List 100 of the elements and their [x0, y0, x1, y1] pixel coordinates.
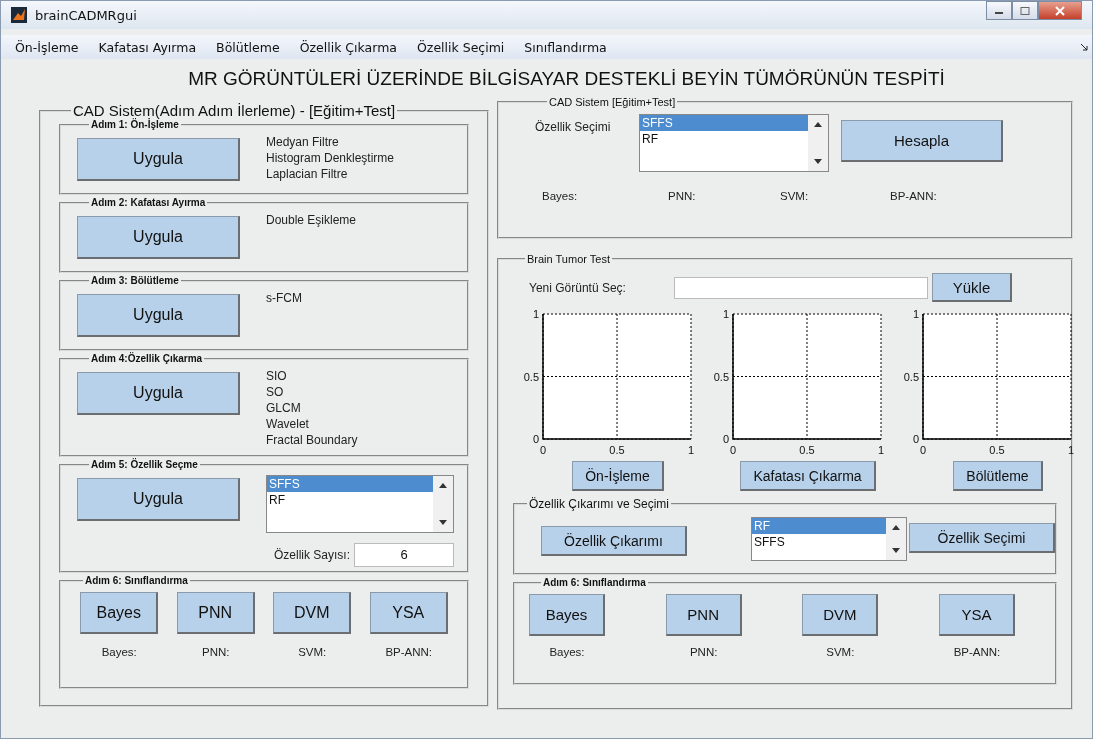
group-title: Adım 2: Kafatası Ayırma [90, 197, 207, 208]
result-label: Bayes: [101, 646, 137, 658]
classifier-button[interactable]: DVM [273, 592, 352, 634]
tick-label: 1 [1067, 444, 1075, 456]
app-icon [11, 7, 27, 23]
group-title: Adım 4:Özellik Çıkarma [90, 353, 204, 364]
classifier-button[interactable]: YSA [938, 594, 1015, 636]
tick-label: 0.5 [799, 444, 815, 456]
menu-item[interactable]: Bölütleme [216, 39, 280, 55]
scroll-up-icon[interactable] [439, 482, 447, 488]
tick-label: 0.5 [609, 444, 625, 456]
method-label: s-FCM [266, 290, 302, 306]
group-title: Adım 6: Sınıflandırma [542, 577, 647, 588]
maximize-icon [1020, 6, 1030, 15]
tick-label: 0.5 [713, 370, 729, 383]
maximize-button[interactable] [1012, 1, 1038, 20]
compute-button[interactable]: Hesapla [841, 120, 1003, 162]
list-item[interactable]: SFFS [752, 534, 886, 550]
result-label: SVM: [298, 646, 327, 658]
method-label: SO [266, 384, 285, 400]
classifier-button[interactable]: YSA [369, 592, 448, 634]
menu-item[interactable]: Sınıflandırma [524, 39, 607, 55]
group-title: Adım 5: Özellik Seçme [90, 459, 199, 470]
count-label: Özellik Sayısı: [273, 547, 350, 563]
window-title: brainCADMRgui [35, 7, 137, 23]
apply-button[interactable]: Uygula [77, 372, 240, 415]
result-label: BP-ANN: [953, 646, 1001, 658]
step-button[interactable]: Ön-İşleme [572, 461, 664, 491]
tick-label: 1 [687, 444, 695, 456]
result-label: SVM: [826, 646, 855, 658]
count-field[interactable]: 6 [354, 543, 454, 567]
tick-label: 1 [877, 444, 885, 456]
classifier-button[interactable]: DVM [802, 594, 879, 636]
result-label: PNN: [668, 190, 697, 202]
result-label: PNN: [202, 646, 230, 658]
method-label: SIO [266, 368, 288, 384]
classifier-button[interactable]: PNN [176, 592, 255, 634]
result-label: PNN: [689, 646, 718, 658]
result-label: Bayes: [549, 646, 585, 658]
tick-label: 1 [722, 308, 729, 320]
apply-button[interactable]: Uygula [77, 478, 240, 521]
group-title: Adım 6: Sınıflandırma [84, 575, 189, 586]
group-title: Özellik Çıkarımı ve Seçimi [528, 497, 671, 511]
method-label: GLCM [266, 400, 302, 416]
menu-item[interactable]: Özellik Seçimi [417, 39, 505, 55]
step-button[interactable]: Bölütleme [953, 461, 1043, 491]
classifier-button[interactable]: Bayes [80, 592, 159, 634]
list-item[interactable]: SFFS [640, 115, 808, 131]
file-path-field[interactable] [674, 276, 928, 299]
scroll-up-icon[interactable] [814, 121, 822, 127]
tick-label: 0 [722, 433, 729, 445]
result-label: BP-ANN: [385, 646, 433, 658]
panel-title: CAD Sistem(Adım Adım İlerleme) - [Eğitim+Test] [72, 102, 397, 119]
tick-label: 0 [532, 433, 539, 445]
close-button[interactable] [1038, 1, 1082, 20]
dock-icon[interactable] [1080, 43, 1088, 51]
menu-item[interactable]: Kafatası Ayırma [98, 39, 197, 55]
list-item[interactable]: SFFS [267, 476, 433, 492]
result-label: Bayes: [542, 190, 579, 202]
classifier-button[interactable]: PNN [665, 594, 742, 636]
scroll-up-icon[interactable] [892, 524, 900, 530]
load-button[interactable]: Yükle [932, 273, 1012, 302]
scroll-down-icon[interactable] [439, 520, 447, 526]
tick-label: 1 [912, 308, 919, 320]
method-label: Double Eşikleme [266, 212, 357, 228]
list-item[interactable]: RF [640, 131, 808, 147]
list-item[interactable]: RF [752, 518, 886, 534]
panel-title: Brain Tumor Test [526, 253, 611, 265]
scroll-down-icon[interactable] [892, 548, 900, 554]
extract-button[interactable]: Özellik Çıkarımı [541, 526, 687, 556]
menu-item[interactable]: Özellik Çıkarma [299, 39, 397, 55]
group-title: Adım 1: Ön-İşleme [90, 119, 179, 130]
apply-button[interactable]: Uygula [77, 138, 240, 181]
list-box[interactable]: SFFS RF [266, 475, 454, 533]
step-button[interactable]: Kafatası Çıkarma [740, 461, 876, 491]
list-box[interactable]: RF SFFS [751, 517, 907, 561]
file-label: Yeni Görüntü Seç: [529, 280, 627, 295]
tick-label: 0 [539, 444, 547, 456]
classifier-button[interactable]: Bayes [529, 594, 605, 636]
list-box[interactable]: SFFS RF [639, 114, 829, 172]
method-label: Medyan Filtre [266, 134, 340, 150]
menu-item[interactable]: Ön-İşleme [15, 39, 79, 55]
close-icon [1054, 5, 1066, 16]
tick-label: 1 [532, 308, 539, 320]
method-label: Laplacian Filtre [266, 166, 349, 182]
list-item[interactable]: RF [267, 492, 433, 508]
select-button[interactable]: Özellik Seçimi [909, 523, 1055, 553]
group-title: Adım 3: Bölütleme [90, 275, 180, 286]
method-label: Wavelet [266, 416, 310, 432]
apply-button[interactable]: Uygula [77, 294, 240, 337]
apply-button[interactable]: Uygula [77, 216, 240, 259]
tick-label: 0.5 [523, 370, 539, 383]
list-label: Özellik Seçimi [535, 120, 612, 134]
scroll-down-icon[interactable] [814, 159, 822, 165]
tick-label: 0 [912, 433, 919, 445]
method-label: Fractal Boundary [266, 432, 358, 448]
tick-label: 0.5 [989, 444, 1005, 456]
result-label: SVM: [780, 190, 810, 202]
result-label: BP-ANN: [890, 190, 937, 202]
minimize-button[interactable] [986, 1, 1012, 20]
